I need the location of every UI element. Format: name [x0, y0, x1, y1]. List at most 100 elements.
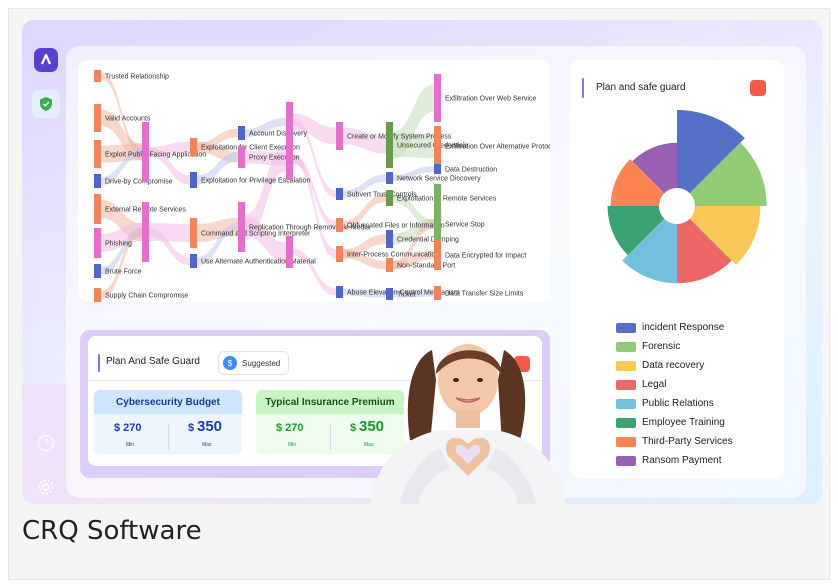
suggested-label: Suggested: [242, 358, 281, 368]
legend-item[interactable]: Data recovery: [616, 356, 733, 375]
panel-title: Plan And Safe Guard: [106, 356, 200, 367]
woman-heart-hands-illustration: [370, 344, 566, 504]
sankey-node-label: Exfiltration Over Web Service: [445, 96, 536, 103]
sankey-node-label: Ticket: [397, 292, 415, 299]
budget-max-symbol: $: [188, 422, 195, 434]
help-icon[interactable]: ?: [37, 434, 55, 452]
sankey-node[interactable]: [336, 218, 343, 232]
sankey-node[interactable]: [286, 138, 293, 180]
sankey-node[interactable]: [94, 70, 101, 82]
legend-swatch: [616, 417, 636, 428]
chart-legend: incident Response Forensic Data recovery Le…: [616, 318, 733, 470]
sankey-node[interactable]: [238, 202, 245, 252]
sankey-node[interactable]: [142, 122, 149, 182]
sankey-node-label: Command and Scripting Interpreter: [201, 231, 311, 238]
legend-label: Ransom Payment: [642, 455, 722, 466]
sankey-node[interactable]: [94, 194, 101, 224]
sankey-node-label: Data Encrypted for Impact: [445, 253, 526, 260]
sankey-node-label: Trusted Relationship: [105, 74, 169, 81]
sankey-node[interactable]: [386, 190, 393, 206]
sankey-node[interactable]: [190, 254, 197, 268]
sankey-node[interactable]: [434, 286, 441, 300]
legend-swatch: [616, 322, 636, 333]
sankey-node[interactable]: [336, 188, 343, 200]
sankey-node[interactable]: [386, 288, 393, 300]
legend-swatch: [616, 455, 636, 466]
sankey-node-label: Phishing: [105, 241, 132, 248]
sankey-node[interactable]: [94, 140, 101, 168]
legend-label: Public Relations: [642, 398, 714, 409]
legend-swatch: [616, 398, 636, 409]
legend-swatch: [616, 360, 636, 371]
sankey-node[interactable]: [94, 288, 101, 302]
plan-safeguard-chart-panel: Plan and safe guard incident Response For…: [570, 60, 784, 478]
legend-item[interactable]: Public Relations: [616, 394, 733, 413]
sankey-node-label: Service Stop: [445, 222, 485, 229]
legend-item[interactable]: incident Response: [616, 318, 733, 337]
premium-min: $ 270: [276, 422, 304, 434]
svg-text:?: ?: [43, 439, 49, 450]
sankey-node-label: Obfuscated Files or Information: [347, 223, 445, 230]
sankey-node-label: Valid Accounts: [105, 116, 151, 123]
sankey-node[interactable]: [434, 126, 441, 166]
legend-item[interactable]: Ransom Payment: [616, 451, 733, 470]
suggested-badge[interactable]: $ Suggested: [218, 351, 290, 375]
chart-title: Plan and safe guard: [596, 82, 686, 93]
dollar-icon: $: [223, 356, 237, 370]
sankey-node-label: Brute Force: [105, 269, 142, 276]
legend-label: Forensic: [642, 341, 681, 352]
legend-item[interactable]: Employee Training: [616, 413, 733, 432]
sankey-node-label: Account Discovery: [249, 131, 307, 138]
sankey-node[interactable]: [336, 286, 343, 298]
sankey-node-label: Drive-by Compromise: [105, 179, 173, 186]
fire-icon[interactable]: [750, 80, 766, 96]
sankey-node[interactable]: [94, 264, 101, 278]
sankey-node[interactable]: [238, 126, 245, 140]
budget-min-label: Min: [126, 442, 135, 448]
legend-swatch: [616, 436, 636, 447]
sankey-node[interactable]: [386, 122, 393, 168]
sankey-node-label: Non-Standard Port: [397, 263, 455, 270]
budget-min: $ 270: [114, 422, 142, 434]
legend-label: Data recovery: [642, 360, 705, 371]
sankey-node-label: Data Transfer Size Limits: [445, 291, 524, 298]
title-accent-bar: [98, 354, 100, 372]
sankey-node[interactable]: [336, 246, 343, 262]
sankey-link: [293, 113, 336, 145]
premium-min-label: Min: [288, 442, 297, 448]
sankey-node[interactable]: [434, 164, 441, 174]
sankey-node[interactable]: [190, 172, 197, 188]
legend-swatch: [616, 341, 636, 352]
sankey-node[interactable]: [190, 138, 197, 156]
premium-max-symbol: $: [350, 422, 357, 434]
legend-item[interactable]: Forensic: [616, 337, 733, 356]
sankey-node[interactable]: [434, 74, 441, 122]
sankey-node[interactable]: [238, 146, 245, 168]
sankey-node[interactable]: [386, 258, 393, 272]
sankey-svg: Trusted Relationship Valid Accounts Exploi…: [94, 70, 550, 302]
legend-item[interactable]: Legal: [616, 375, 733, 394]
sankey-node[interactable]: [386, 172, 393, 184]
legend-item[interactable]: Third-Party Services: [616, 432, 733, 451]
sankey-node[interactable]: [94, 228, 101, 258]
sankey-link: [293, 154, 336, 259]
sankey-node[interactable]: [142, 202, 149, 262]
legend-label: Third-Party Services: [642, 436, 733, 447]
sankey-node[interactable]: [286, 102, 293, 142]
sankey-node-label: Inter-Process Communication: [347, 252, 439, 259]
sankey-node[interactable]: [286, 236, 293, 268]
cybersecurity-budget-card: Cybersecurity Budget $ 270 $ 350 Min Max: [94, 390, 242, 454]
sankey-node-label: Network Service Discovery: [397, 176, 481, 183]
sankey-node[interactable]: [434, 240, 441, 270]
app-logo[interactable]: [34, 48, 58, 72]
logo-icon: [40, 53, 52, 65]
sankey-node[interactable]: [336, 122, 343, 150]
value-separator: [168, 424, 169, 450]
sankey-node[interactable]: [386, 230, 393, 248]
sankey-node[interactable]: [94, 174, 101, 188]
gear-icon[interactable]: [37, 478, 55, 496]
sidebar-item-security[interactable]: [32, 90, 60, 118]
sankey-node[interactable]: [190, 218, 197, 248]
budget-title: Cybersecurity Budget: [94, 390, 242, 414]
sankey-node[interactable]: [94, 104, 101, 132]
